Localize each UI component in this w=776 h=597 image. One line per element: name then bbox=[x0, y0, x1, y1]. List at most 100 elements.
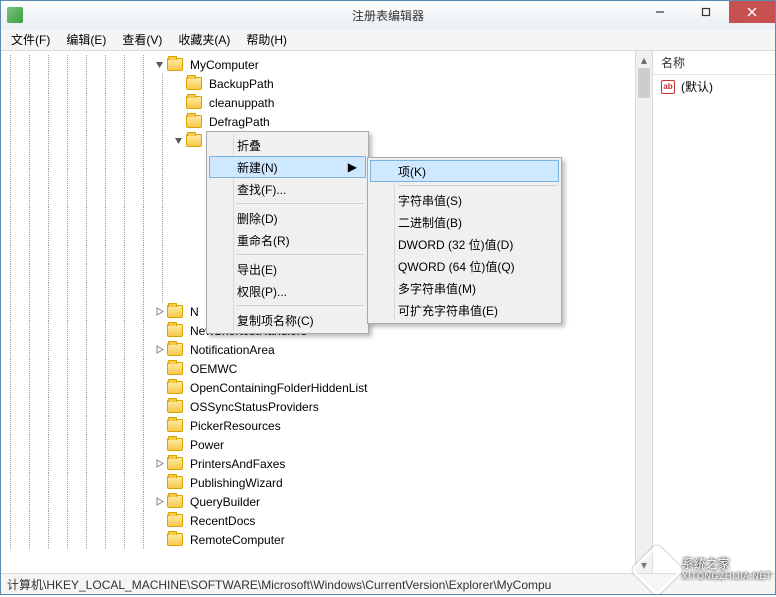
menu-item[interactable]: 可扩充字符串值(E) bbox=[370, 299, 559, 321]
context-submenu-new[interactable]: 项(K) 字符串值(S)二进制值(B)DWORD (32 位)值(D)QWORD … bbox=[367, 157, 562, 324]
tree-label: N bbox=[187, 304, 202, 320]
tree-row[interactable]: RemoteComputer bbox=[1, 530, 370, 549]
menu-item[interactable]: 新建(N)▶ bbox=[209, 156, 366, 178]
menu-view[interactable]: 查看(V) bbox=[116, 29, 168, 50]
expander-icon[interactable] bbox=[153, 515, 165, 527]
expander-icon[interactable] bbox=[172, 154, 184, 166]
status-path: 计算机\HKEY_LOCAL_MACHINE\SOFTWARE\Microsof… bbox=[7, 576, 551, 593]
tree-row[interactable]: DefragPath bbox=[1, 112, 370, 131]
tree-label: RemoteComputer bbox=[187, 532, 288, 548]
tree-row[interactable]: MyComputer bbox=[1, 55, 370, 74]
menu-item[interactable]: 复制项名称(C) bbox=[209, 309, 366, 331]
expander-icon[interactable] bbox=[153, 363, 165, 375]
close-button[interactable] bbox=[729, 1, 775, 23]
watermark-line2: XITONGZHIJIA.NET bbox=[682, 572, 772, 582]
tree-label: DefragPath bbox=[206, 114, 273, 130]
tree-label: QueryBuilder bbox=[187, 494, 263, 510]
menu-item[interactable]: 删除(D) bbox=[209, 207, 366, 229]
tree-row[interactable]: Power bbox=[1, 435, 370, 454]
menu-item[interactable]: 权限(P)... bbox=[209, 280, 366, 302]
menu-item[interactable]: 项(K) bbox=[370, 160, 559, 182]
menu-item[interactable]: 折叠 bbox=[209, 134, 366, 156]
tree-row[interactable]: QueryBuilder bbox=[1, 492, 370, 511]
folder-icon bbox=[167, 362, 183, 375]
menu-item[interactable]: 多字符串值(M) bbox=[370, 277, 559, 299]
tree-row[interactable]: OSSyncStatusProviders bbox=[1, 397, 370, 416]
value-list-pane[interactable]: 名称 ab (默认) bbox=[653, 51, 775, 573]
expander-icon[interactable] bbox=[172, 97, 184, 109]
menu-item[interactable]: DWORD (32 位)值(D) bbox=[370, 233, 559, 255]
context-menu[interactable]: 折叠新建(N)▶查找(F)... 删除(D)重命名(R) 导出(E)权限(P)...… bbox=[206, 131, 369, 334]
tree-label: Power bbox=[187, 437, 227, 453]
tree-label: PublishingWizard bbox=[187, 475, 286, 491]
tree-row[interactable]: OEMWC bbox=[1, 359, 370, 378]
list-item[interactable]: ab (默认) bbox=[653, 75, 775, 98]
menu-item[interactable]: QWORD (64 位)值(Q) bbox=[370, 255, 559, 277]
tree-row[interactable]: NotificationArea bbox=[1, 340, 370, 359]
expander-icon[interactable] bbox=[172, 173, 184, 185]
tree-label: RecentDocs bbox=[187, 513, 258, 529]
folder-icon bbox=[167, 438, 183, 451]
scroll-track[interactable] bbox=[636, 68, 652, 556]
list-header-name[interactable]: 名称 bbox=[653, 51, 775, 75]
folder-icon bbox=[167, 514, 183, 527]
minimize-button[interactable] bbox=[637, 1, 683, 23]
tree-row[interactable]: cleanuppath bbox=[1, 93, 370, 112]
menu-item[interactable]: 查找(F)... bbox=[209, 178, 366, 200]
tree-row[interactable]: PrintersAndFaxes bbox=[1, 454, 370, 473]
folder-icon bbox=[167, 457, 183, 470]
menu-favorites[interactable]: 收藏夹(A) bbox=[172, 29, 236, 50]
scroll-up-button[interactable]: ▴ bbox=[636, 51, 652, 68]
tree-row[interactable]: OpenContainingFolderHiddenList bbox=[1, 378, 370, 397]
expander-icon[interactable] bbox=[153, 382, 165, 394]
expander-icon[interactable] bbox=[153, 458, 165, 470]
expander-icon[interactable] bbox=[172, 192, 184, 204]
expander-icon[interactable] bbox=[172, 211, 184, 223]
expander-icon[interactable] bbox=[153, 59, 165, 71]
folder-icon bbox=[167, 419, 183, 432]
maximize-button[interactable] bbox=[683, 1, 729, 23]
expander-icon[interactable] bbox=[153, 420, 165, 432]
tree-row[interactable]: PickerResources bbox=[1, 416, 370, 435]
folder-icon bbox=[167, 324, 183, 337]
folder-icon bbox=[167, 400, 183, 413]
expander-icon[interactable] bbox=[172, 116, 184, 128]
expander-icon[interactable] bbox=[153, 325, 165, 337]
expander-icon[interactable] bbox=[172, 78, 184, 90]
tree-row[interactable]: PublishingWizard bbox=[1, 473, 370, 492]
menu-item[interactable]: 导出(E) bbox=[209, 258, 366, 280]
tree-label: OEMWC bbox=[187, 361, 240, 377]
expander-icon[interactable] bbox=[172, 135, 184, 147]
scroll-thumb[interactable] bbox=[638, 68, 650, 98]
submenu-arrow-icon: ▶ bbox=[348, 160, 357, 174]
folder-icon bbox=[186, 134, 202, 147]
expander-icon[interactable] bbox=[172, 287, 184, 299]
tree-label: cleanuppath bbox=[206, 95, 277, 111]
expander-icon[interactable] bbox=[172, 268, 184, 280]
menu-edit[interactable]: 编辑(E) bbox=[60, 29, 112, 50]
menu-item[interactable]: 字符串值(S) bbox=[370, 189, 559, 211]
folder-icon bbox=[167, 495, 183, 508]
expander-icon[interactable] bbox=[172, 230, 184, 242]
tree-label: BackupPath bbox=[206, 76, 277, 92]
tree-row[interactable]: BackupPath bbox=[1, 74, 370, 93]
titlebar[interactable]: 注册表编辑器 bbox=[1, 1, 775, 29]
folder-icon bbox=[167, 58, 183, 71]
expander-icon[interactable] bbox=[153, 401, 165, 413]
tree-scrollbar[interactable]: ▴ ▾ bbox=[635, 51, 652, 573]
menu-help[interactable]: 帮助(H) bbox=[240, 29, 293, 50]
menubar: 文件(F) 编辑(E) 查看(V) 收藏夹(A) 帮助(H) bbox=[1, 29, 775, 51]
tree-row[interactable]: RecentDocs bbox=[1, 511, 370, 530]
expander-icon[interactable] bbox=[153, 439, 165, 451]
menu-item[interactable]: 重命名(R) bbox=[209, 229, 366, 251]
folder-icon bbox=[186, 96, 202, 109]
menu-item[interactable]: 二进制值(B) bbox=[370, 211, 559, 233]
tree-label: PickerResources bbox=[187, 418, 284, 434]
expander-icon[interactable] bbox=[153, 344, 165, 356]
expander-icon[interactable] bbox=[153, 534, 165, 546]
expander-icon[interactable] bbox=[153, 477, 165, 489]
expander-icon[interactable] bbox=[172, 249, 184, 261]
menu-file[interactable]: 文件(F) bbox=[5, 29, 56, 50]
expander-icon[interactable] bbox=[153, 496, 165, 508]
expander-icon[interactable] bbox=[153, 306, 165, 318]
